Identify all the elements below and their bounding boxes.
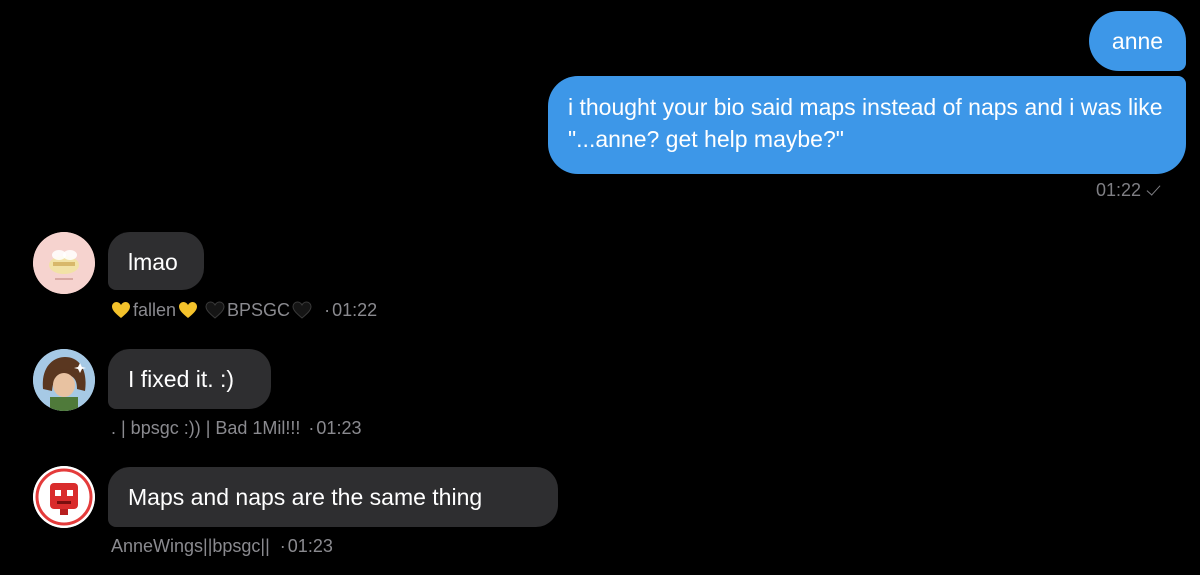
yellow-heart-icon: [179, 301, 198, 318]
bee-sticker-avatar: [33, 232, 95, 294]
message-sender-meta: fallen BPSGC · 01:22: [111, 300, 377, 321]
brown-hair-character-avatar: [33, 349, 95, 411]
message-text: anne: [1111, 28, 1164, 54]
message-text: Maps and naps are the same thing: [128, 484, 483, 510]
sender-name: fallen: [133, 300, 177, 320]
red-robot-avatar: [33, 466, 95, 528]
avatar[interactable]: [33, 232, 95, 294]
incoming-message-bubble[interactable]: I fixed it. :): [108, 349, 271, 409]
black-heart-icon: [205, 300, 225, 319]
message-time: 01:23: [316, 418, 362, 438]
check-icon: [1146, 180, 1161, 196]
sender-name: . | bpsgc :)) | Bad 1Mil!!!: [111, 418, 301, 438]
outgoing-message-meta: 01:22: [1095, 180, 1161, 201]
message-time: 01:22: [1095, 180, 1141, 200]
black-heart-icon: [292, 300, 312, 319]
yellow-heart-icon: [112, 301, 130, 318]
sender-group: BPSGC: [227, 300, 291, 320]
dot-separator: ·: [279, 536, 286, 556]
avatar[interactable]: [33, 349, 95, 411]
incoming-message-bubble[interactable]: Maps and naps are the same thing: [108, 467, 558, 527]
message-time: 01:22: [332, 300, 378, 320]
message-text: i thought your bio said maps instead of …: [568, 94, 1163, 152]
message-sender-meta: . | bpsgc :)) | Bad 1Mil!!! · 01:23: [111, 418, 361, 439]
outgoing-message-bubble[interactable]: anne: [1089, 11, 1186, 71]
incoming-message-bubble[interactable]: lmao: [108, 232, 204, 290]
sender-name: AnneWings||bpsgc||: [111, 536, 270, 556]
dot-separator: ·: [308, 418, 315, 438]
message-text: I fixed it. :): [128, 366, 235, 392]
avatar[interactable]: [33, 466, 95, 528]
outgoing-message-bubble[interactable]: i thought your bio said maps instead of …: [548, 76, 1186, 174]
message-sender-meta: AnneWings||bpsgc|| · 01:23: [111, 536, 333, 557]
dot-separator: ·: [324, 300, 331, 320]
message-time: 01:23: [287, 536, 333, 556]
chat-thread: anne i thought your bio said maps instea…: [0, 0, 1200, 575]
message-text: lmao: [128, 249, 178, 275]
